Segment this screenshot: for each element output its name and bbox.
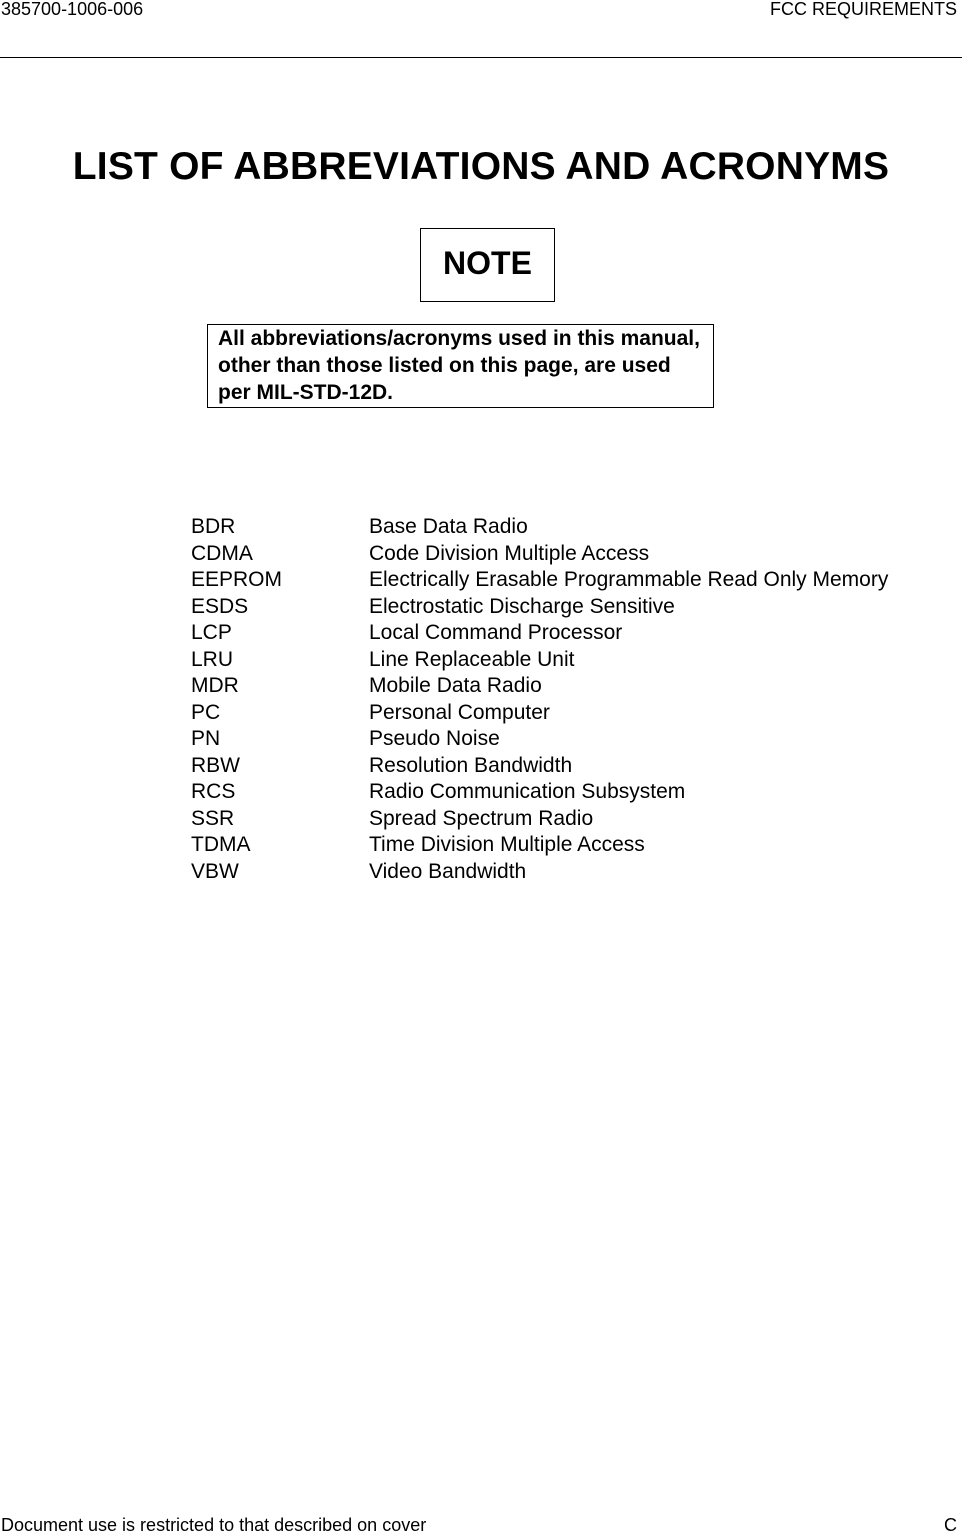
- abbreviation-row: CDMA Code Division Multiple Access: [191, 541, 962, 568]
- abbreviation-term: TDMA: [191, 833, 251, 856]
- abbreviation-definition: Pseudo Noise: [369, 727, 500, 750]
- section-name: FCC REQUIREMENTS: [769, 0, 957, 19]
- abbreviation-term: EEPROM: [191, 568, 283, 591]
- abbreviation-definition: Radio Communication Subsystem: [369, 780, 686, 803]
- abbreviation-term: PN: [191, 727, 221, 750]
- abbreviation-definition: Resolution Bandwidth: [369, 753, 573, 777]
- header-divider: [0, 57, 962, 58]
- abbreviation-definition: Video Bandwidth: [369, 859, 527, 883]
- abbreviation-term: SSR: [191, 806, 235, 830]
- abbreviation-term: CDMA: [191, 541, 253, 565]
- abbreviation-definition: Local Command Processor: [369, 621, 623, 644]
- abbreviation-definition: Spread Spectrum Radio: [369, 806, 594, 830]
- abbreviation-term: BDR: [191, 515, 236, 538]
- abbreviation-definition: Time Division Multiple Access: [369, 833, 645, 856]
- abbreviation-definition: Code Division Multiple Access: [369, 541, 650, 565]
- abbreviation-term: LRU: [191, 647, 234, 671]
- abbreviation-term: VBW: [191, 859, 239, 883]
- page-number: C: [944, 1515, 957, 1535]
- abbreviation-row: PC Personal Computer: [191, 700, 962, 727]
- abbreviation-term: PC: [191, 700, 221, 724]
- abbreviation-term: MDR: [191, 674, 239, 697]
- abbreviation-row: RCS Radio Communication Subsystem: [191, 779, 962, 806]
- abbreviation-definition: Electrically Erasable Programmable Read …: [369, 568, 889, 591]
- abbreviation-definition: Line Replaceable Unit: [369, 647, 575, 671]
- abbreviation-term: RCS: [191, 780, 236, 803]
- abbreviation-row: PN Pseudo Noise: [191, 726, 962, 753]
- note-text: All abbreviations/acronyms used in this …: [218, 327, 700, 404]
- abbreviation-term: RBW: [191, 753, 240, 777]
- abbreviation-definition: Personal Computer: [369, 700, 550, 724]
- abbreviation-row: VBW Video Bandwidth: [191, 859, 962, 886]
- note-label-box: NOTE: [420, 228, 555, 302]
- abbreviation-definition: Base Data Radio: [369, 515, 528, 538]
- note-text-box: All abbreviations/acronyms used in this …: [207, 324, 714, 408]
- abbreviation-row: RBW Resolution Bandwidth: [191, 753, 962, 780]
- abbreviation-term: ESDS: [191, 594, 249, 618]
- abbreviation-row: SSR Spread Spectrum Radio: [191, 806, 962, 833]
- abbreviation-row: ESDS Electrostatic Discharge Sensitive: [191, 594, 962, 621]
- abbreviation-row: TDMA Time Division Multiple Access: [191, 832, 962, 859]
- abbreviation-row: MDR Mobile Data Radio: [191, 673, 962, 700]
- document-number: 385700-1006-006: [1, 0, 144, 19]
- note-label: NOTE: [443, 244, 532, 281]
- abbreviation-row: EEPROM Electrically Erasable Programmable…: [191, 567, 962, 594]
- page-title: LIST OF ABBREVIATIONS AND ACRONYMS: [72, 145, 890, 188]
- abbreviation-row: LRU Line Replaceable Unit: [191, 647, 962, 674]
- abbreviation-definition: Mobile Data Radio: [369, 674, 542, 697]
- abbreviation-list: BDR Base Data Radio CDMA Code Division Mul…: [191, 514, 962, 885]
- abbreviation-term: LCP: [191, 621, 232, 644]
- abbreviation-definition: Electrostatic Discharge Sensitive: [369, 594, 675, 618]
- footer-notice: Document use is restricted to that descr…: [1, 1515, 427, 1535]
- abbreviation-row: LCP Local Command Processor: [191, 620, 962, 647]
- abbreviation-row: BDR Base Data Radio: [191, 514, 962, 541]
